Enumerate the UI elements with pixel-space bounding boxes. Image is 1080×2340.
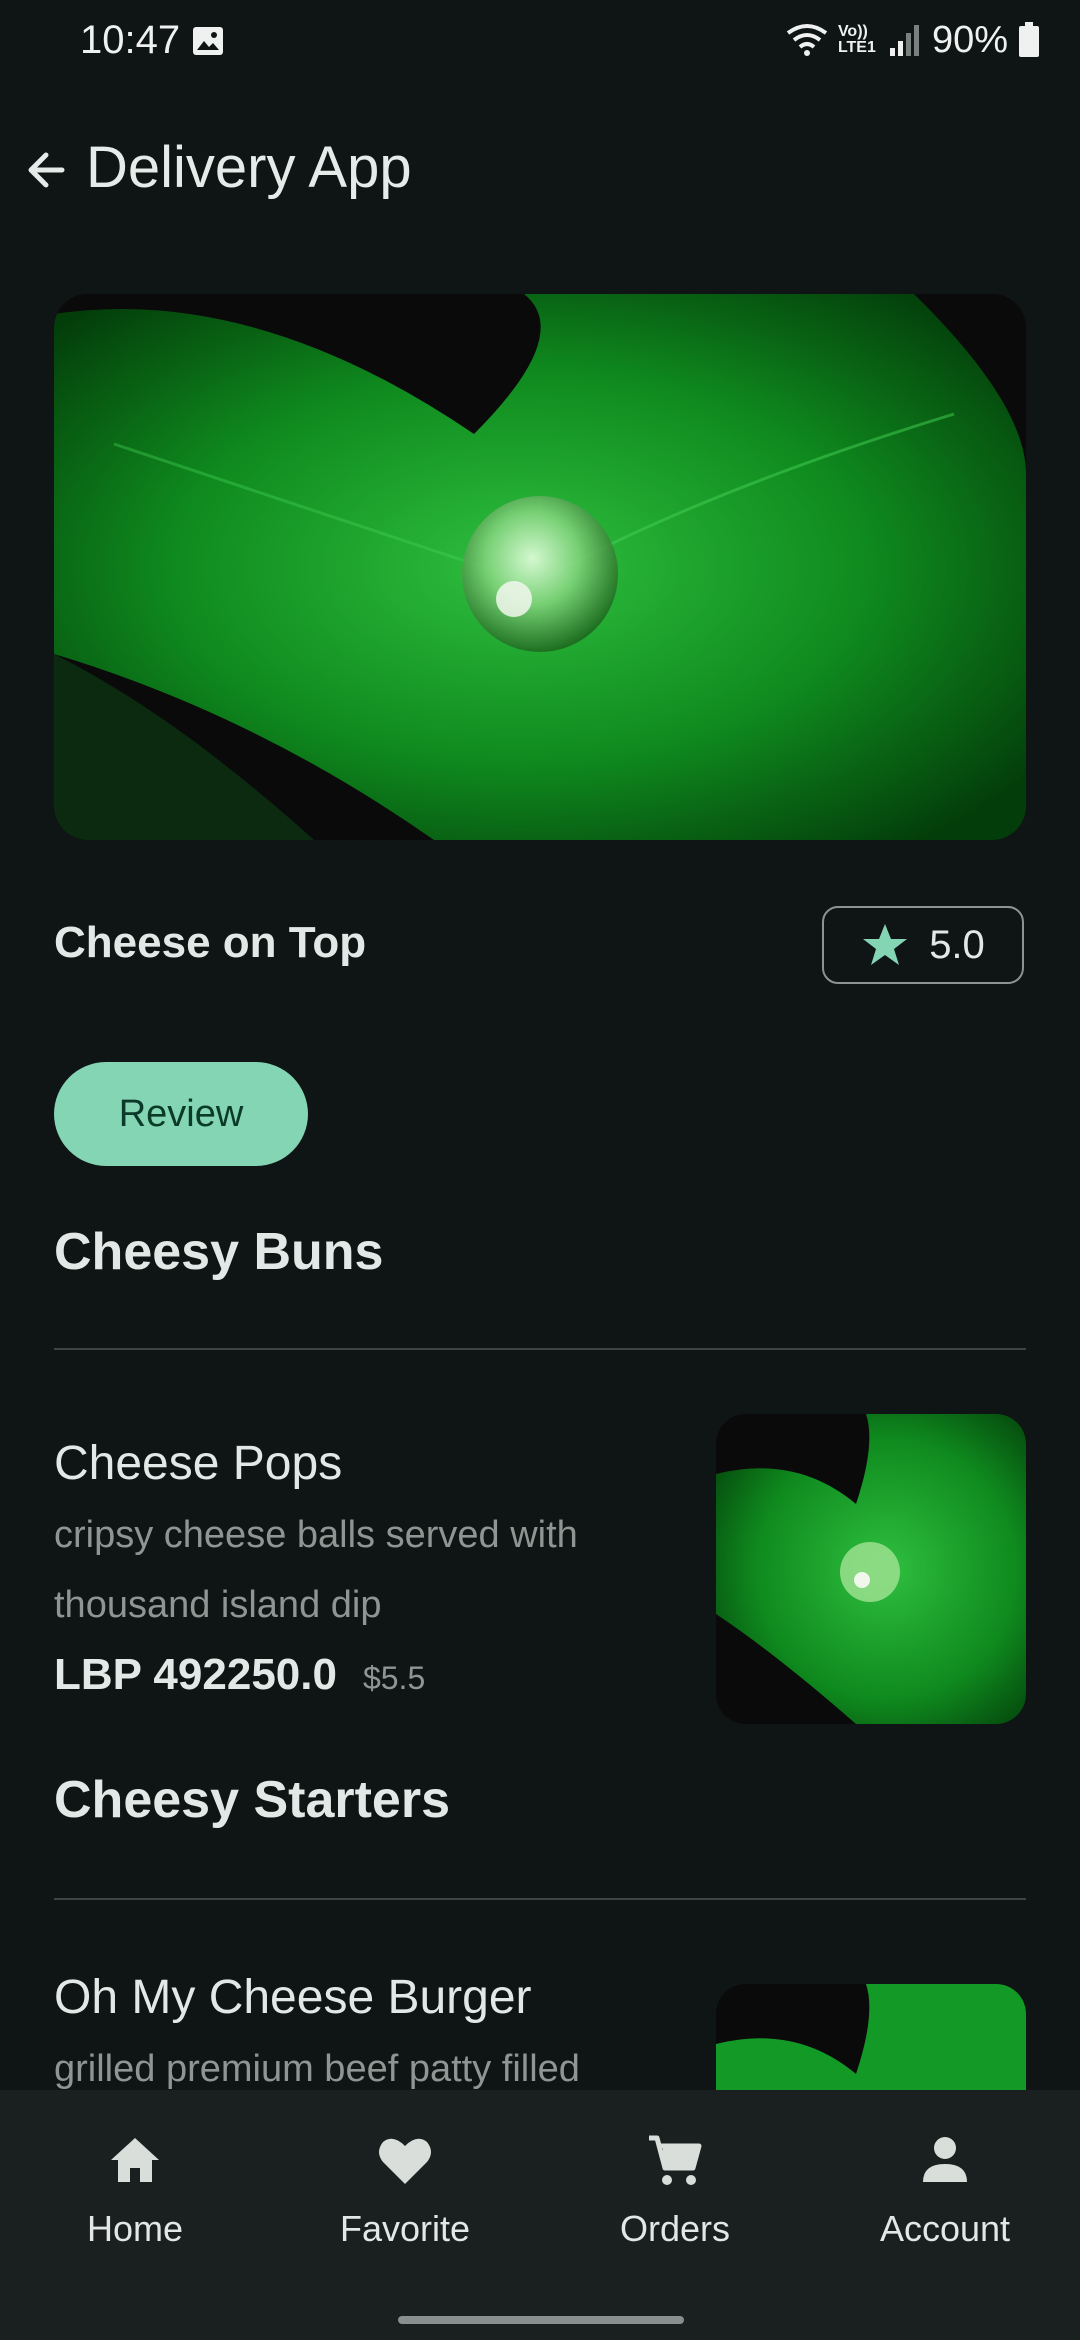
nav-label: Home xyxy=(86,2208,184,2249)
price-usd: $5.5 xyxy=(362,1660,426,1696)
battery-percent: 90% xyxy=(931,18,1008,61)
section-divider xyxy=(54,1348,1026,1350)
page-title: Delivery App xyxy=(86,135,412,200)
status-time: 10:47 xyxy=(80,18,181,62)
status-indicators: Vo)) LTE1 90% xyxy=(786,18,1040,62)
menu-item-price: LBP 492250.0 $5.5 xyxy=(54,1650,425,1700)
menu-item-image xyxy=(716,1984,1026,2090)
menu-item-name: Cheese Pops xyxy=(54,1437,343,1490)
rating-badge: 5.0 xyxy=(822,906,1024,984)
nav-label: Favorite xyxy=(339,2208,471,2249)
star-icon xyxy=(863,924,908,965)
nav-home[interactable]: Home xyxy=(0,2090,270,2340)
app-bar: Delivery App xyxy=(0,120,1080,220)
network-type-label: Vo)) LTE1 xyxy=(837,23,876,56)
gallery-icon xyxy=(193,27,223,55)
nav-favorite[interactable]: Favorite xyxy=(270,2090,540,2340)
heart-icon xyxy=(379,2138,431,2184)
restaurant-name: Cheese on Top xyxy=(54,918,367,967)
section-divider xyxy=(54,1898,1026,1900)
nav-label: Orders xyxy=(619,2208,731,2249)
person-icon xyxy=(923,2137,967,2182)
signal-icon xyxy=(889,25,919,56)
rating-value: 5.0 xyxy=(929,922,985,967)
wifi-icon xyxy=(786,24,828,56)
menu-item-image xyxy=(716,1414,1026,1724)
gesture-handle[interactable] xyxy=(398,2316,684,2324)
arrow-left-icon[interactable] xyxy=(18,142,74,198)
cart-icon xyxy=(649,2135,702,2185)
menu-item-description: cripsy cheese balls served with thousand… xyxy=(54,1514,578,1626)
nav-account[interactable]: Account xyxy=(810,2090,1080,2340)
home-icon xyxy=(111,2138,159,2182)
section-title: Cheesy Buns xyxy=(54,1223,384,1281)
battery-icon xyxy=(1019,22,1039,57)
nav-orders[interactable]: Orders xyxy=(540,2090,810,2340)
menu-item-name: Oh My Cheese Burger xyxy=(54,1971,532,2024)
price-lbp: LBP 492250.0 xyxy=(54,1650,337,1699)
bottom-navigation: Home Favorite Orders Account xyxy=(0,2090,1080,2340)
nav-label: Account xyxy=(879,2208,1011,2249)
section-title: Cheesy Starters xyxy=(54,1771,450,1829)
review-button[interactable]: Review xyxy=(54,1062,308,1166)
restaurant-hero-image xyxy=(54,294,1026,840)
status-bar: 10:47 Vo)) LTE1 90% xyxy=(0,0,1080,84)
menu-item-description: grilled premium beef patty filled xyxy=(54,2048,580,2090)
